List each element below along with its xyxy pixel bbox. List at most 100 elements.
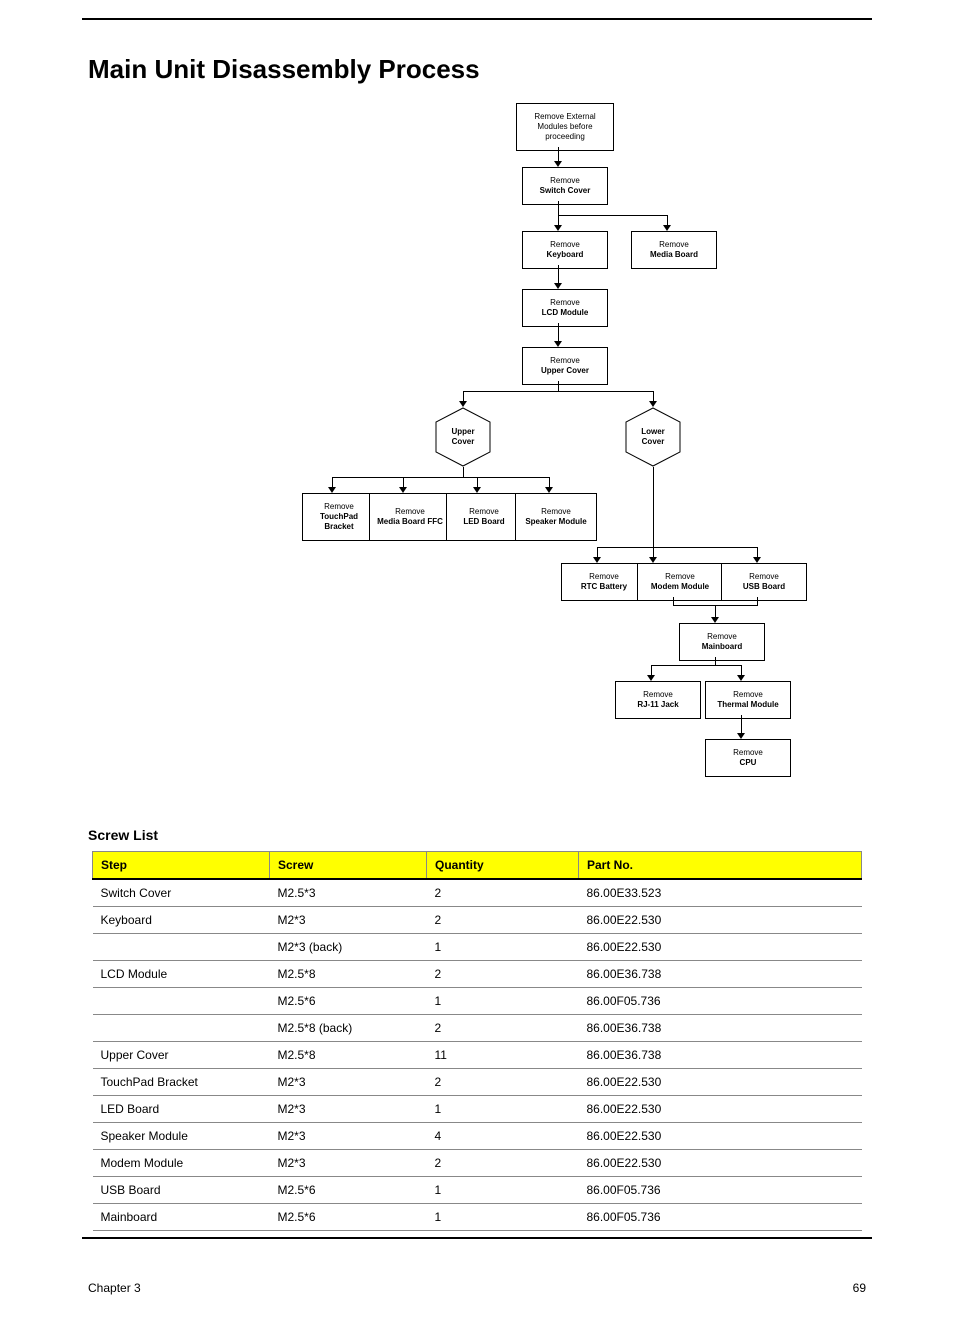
box-rj11-jack: RemoveRJ-11 Jack (615, 681, 701, 719)
table-row: Modem ModuleM2*3286.00E22.530 (93, 1150, 862, 1177)
conn (597, 547, 758, 548)
box-upper-cover: RemoveUpper Cover (522, 347, 608, 385)
conn (651, 665, 741, 666)
conn (463, 467, 464, 477)
box-cpu: RemoveCPU (705, 739, 791, 777)
table-cell: Switch Cover (93, 879, 270, 907)
box-switch-cover: RemoveSwitch Cover (522, 167, 608, 205)
conn (477, 477, 478, 487)
table-caption: Screw List (88, 827, 954, 843)
table-cell: 86.00E36.738 (579, 1042, 862, 1069)
hex-upper-cover: Upper Cover (433, 407, 493, 467)
table-cell: 2 (427, 907, 579, 934)
table-cell: 1 (427, 988, 579, 1015)
flowchart: Remove External Modules before proceedin… (137, 103, 817, 803)
table-row: KeyboardM2*3286.00E22.530 (93, 907, 862, 934)
conn (463, 391, 464, 401)
box-text: RemoveKeyboard (547, 240, 584, 260)
conn (653, 391, 654, 401)
th-screw: Screw (270, 852, 427, 880)
table-cell: Modem Module (93, 1150, 270, 1177)
table-row: M2.5*6186.00F05.736 (93, 988, 862, 1015)
table-cell: LCD Module (93, 961, 270, 988)
table-cell: 2 (427, 961, 579, 988)
th-quantity: Quantity (427, 852, 579, 880)
box-start-text: Remove External Modules before proceedin… (534, 112, 595, 142)
table-cell: 2 (427, 1015, 579, 1042)
conn (558, 323, 559, 341)
table-cell: 86.00E22.530 (579, 1123, 862, 1150)
box-media-board-ffc: RemoveMedia Board FFC (369, 493, 451, 541)
conn (667, 215, 668, 225)
table-cell: 86.00F05.736 (579, 1177, 862, 1204)
table-cell: 2 (427, 879, 579, 907)
table-cell (93, 1015, 270, 1042)
table-cell: M2*3 (270, 907, 427, 934)
conn (558, 215, 667, 216)
conn (757, 547, 758, 557)
table-cell: M2.5*8 (back) (270, 1015, 427, 1042)
rule-bottom (82, 1237, 872, 1239)
table-cell: 1 (427, 934, 579, 961)
box-text: RemoveSwitch Cover (540, 176, 591, 196)
table-row: M2*3 (back)186.00E22.530 (93, 934, 862, 961)
table-cell: 1 (427, 1096, 579, 1123)
box-modem-module: RemoveModem Module (637, 563, 723, 601)
table-cell: 1 (427, 1204, 579, 1231)
conn (463, 391, 654, 392)
table-row: Switch CoverM2.5*3286.00E33.523 (93, 879, 862, 907)
box-lcd-module: RemoveLCD Module (522, 289, 608, 327)
table-row: Speaker ModuleM2*3486.00E22.530 (93, 1123, 862, 1150)
table-cell (93, 988, 270, 1015)
conn (651, 665, 652, 675)
table-cell: M2*3 (270, 1123, 427, 1150)
box-text: RemoveUpper Cover (541, 356, 589, 376)
box-text: RemoveLCD Module (542, 298, 589, 318)
table-cell: M2.5*8 (270, 961, 427, 988)
box-text: RemoveModem Module (651, 572, 709, 592)
conn (558, 201, 559, 215)
conn (715, 605, 716, 617)
table-cell: 86.00F05.736 (579, 1204, 862, 1231)
table-cell (93, 934, 270, 961)
table-cell: Speaker Module (93, 1123, 270, 1150)
table-row: MainboardM2.5*6186.00F05.736 (93, 1204, 862, 1231)
box-text: RemoveThermal Module (717, 690, 778, 710)
conn (715, 657, 716, 665)
rule-top (82, 18, 872, 20)
box-text: RemoveSpeaker Module (525, 507, 586, 527)
conn (332, 477, 550, 478)
table-cell: 2 (427, 1069, 579, 1096)
box-text: RemoveMedia Board (650, 240, 698, 260)
conn (403, 477, 404, 487)
footer-left: Chapter 3 (88, 1281, 141, 1295)
th-partno: Part No. (579, 852, 862, 880)
table-cell: 4 (427, 1123, 579, 1150)
table-cell: 1 (427, 1177, 579, 1204)
table-cell: Upper Cover (93, 1042, 270, 1069)
box-touchpad-bracket: RemoveTouchPadBracket (302, 493, 376, 541)
box-text: RemoveRJ-11 Jack (637, 690, 678, 710)
table-row: LCD ModuleM2.5*8286.00E36.738 (93, 961, 862, 988)
conn (558, 147, 559, 161)
box-led-board: RemoveLED Board (446, 493, 522, 541)
conn (741, 665, 742, 675)
table-cell: M2.5*3 (270, 879, 427, 907)
conn (558, 265, 559, 283)
table-cell: 86.00E22.530 (579, 1150, 862, 1177)
table-row: TouchPad BracketM2*3286.00E22.530 (93, 1069, 862, 1096)
box-text: RemoveMainboard (702, 632, 742, 652)
table-cell: M2*3 (back) (270, 934, 427, 961)
box-text: RemoveLED Board (463, 507, 504, 527)
table-row: USB BoardM2.5*6186.00F05.736 (93, 1177, 862, 1204)
table-cell: Mainboard (93, 1204, 270, 1231)
table-row: LED BoardM2*3186.00E22.530 (93, 1096, 862, 1123)
table-cell: M2*3 (270, 1150, 427, 1177)
conn (549, 477, 550, 487)
box-speaker-module: RemoveSpeaker Module (515, 493, 597, 541)
table-cell: Keyboard (93, 907, 270, 934)
box-usb-board: RemoveUSB Board (721, 563, 807, 601)
box-text: RemoveTouchPadBracket (320, 502, 358, 532)
conn (653, 467, 654, 547)
table-cell: LED Board (93, 1096, 270, 1123)
